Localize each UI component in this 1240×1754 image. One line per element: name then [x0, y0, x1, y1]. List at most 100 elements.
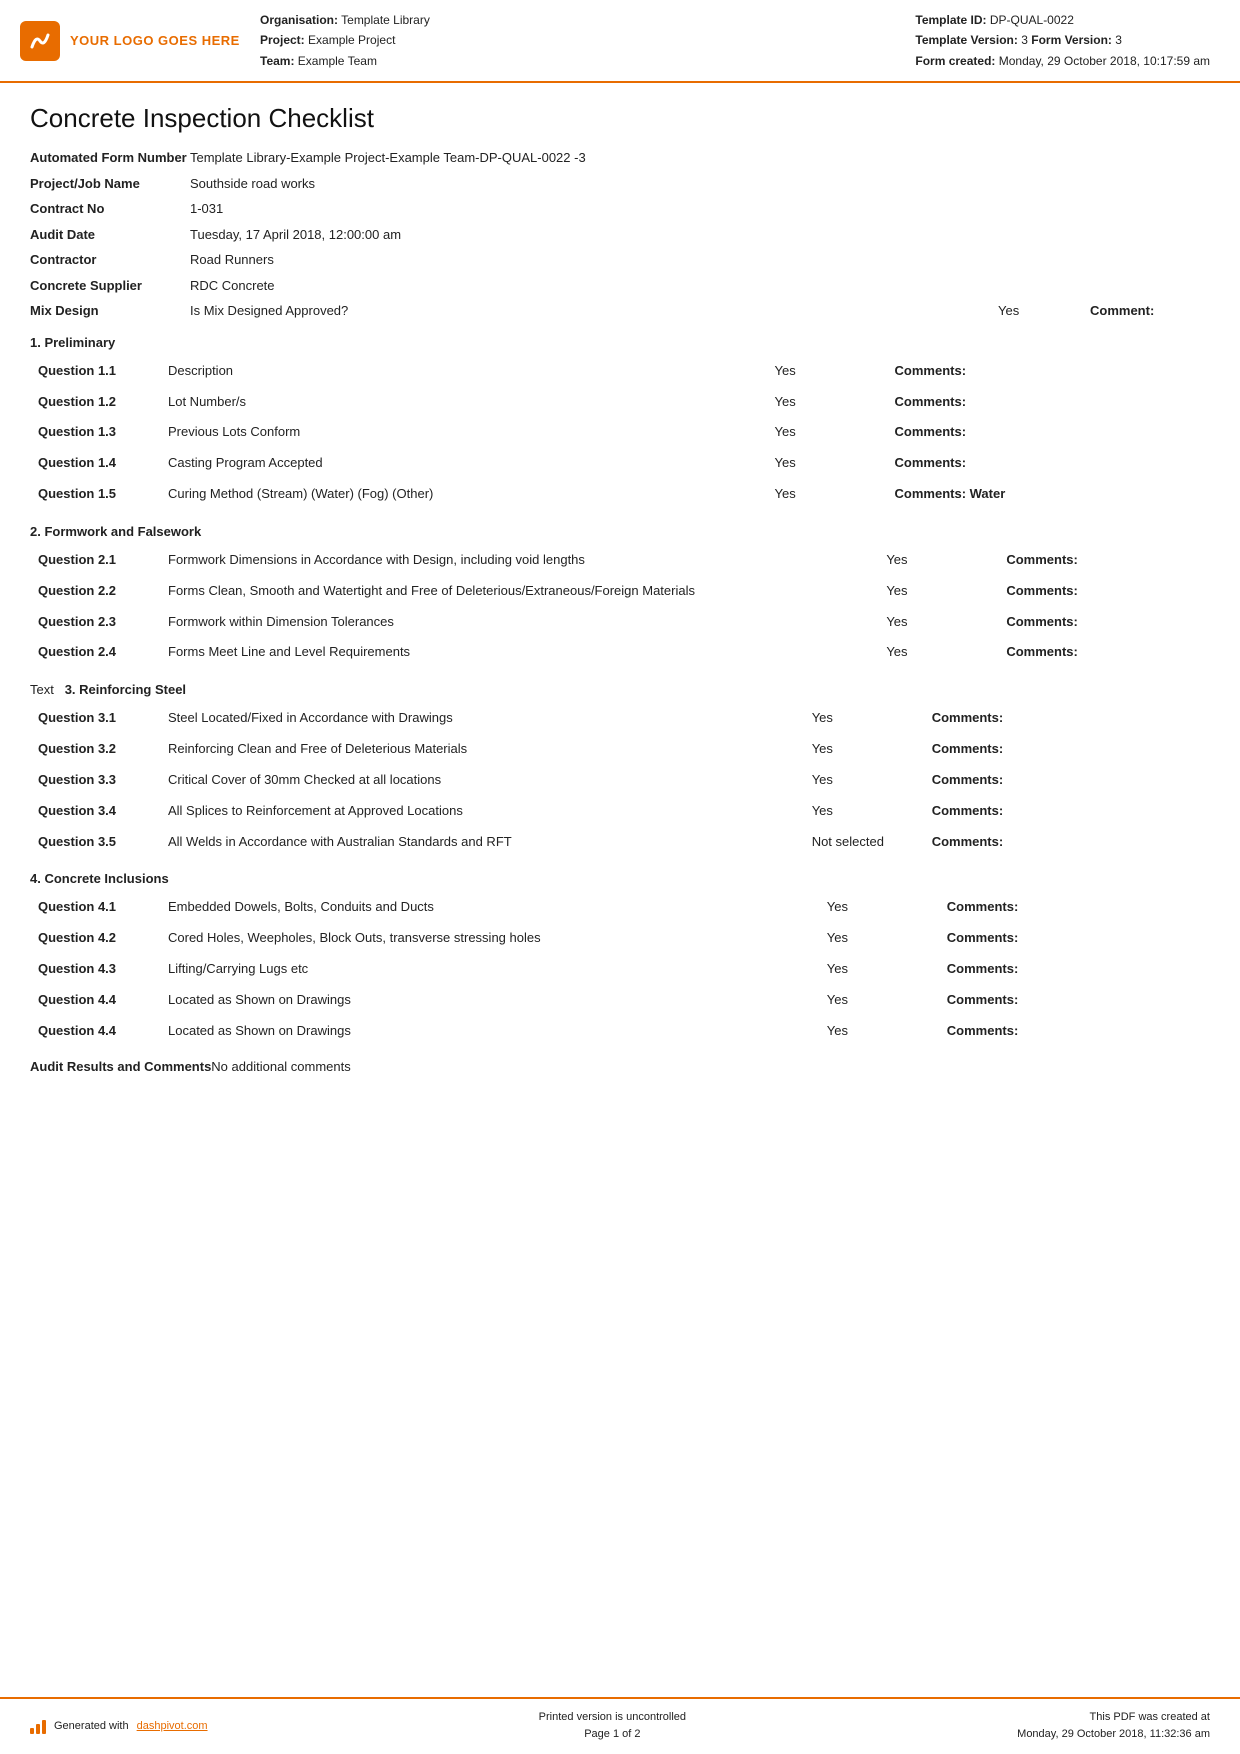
question-comment: Comments:: [924, 703, 1210, 734]
table-row: Question 2.1 Formwork Dimensions in Acco…: [30, 545, 1210, 576]
field-label: Contractor: [30, 250, 190, 270]
form-version-label: Form Version:: [1031, 33, 1112, 47]
question-desc: Reinforcing Clean and Free of Deleteriou…: [160, 734, 804, 765]
checklist-table: Question 2.1 Formwork Dimensions in Acco…: [30, 545, 1210, 668]
section-heading: 2. Formwork and Falsework: [30, 524, 1210, 539]
form-created-label: Form created:: [915, 54, 995, 68]
project-line: Project: Example Project: [260, 30, 895, 50]
question-answer: Yes: [819, 985, 939, 1016]
question-id: Question 1.3: [30, 417, 160, 448]
table-row: Question 1.3 Previous Lots Conform Yes C…: [30, 417, 1210, 448]
question-id: Question 3.1: [30, 703, 160, 734]
table-row: Question 3.2 Reinforcing Clean and Free …: [30, 734, 1210, 765]
info-row: Concrete SupplierRDC Concrete: [30, 276, 1210, 296]
question-comment: Comments:: [939, 954, 1210, 985]
question-answer: Yes: [819, 892, 939, 923]
footer-left: Generated with dashpivot.com: [30, 1718, 208, 1734]
field-label: Contract No: [30, 199, 190, 219]
question-comment: Comments:: [998, 607, 1210, 638]
bar2: [36, 1724, 40, 1734]
project-value: Example Project: [308, 33, 395, 47]
template-version-label: Template Version:: [915, 33, 1017, 47]
mix-design-comment: Comment:: [1090, 301, 1210, 321]
question-desc: Previous Lots Conform: [160, 417, 767, 448]
question-desc: All Welds in Accordance with Australian …: [160, 827, 804, 858]
question-comment: Comments:: [939, 923, 1210, 954]
question-comment: Comments:: [924, 796, 1210, 827]
footer-center-line2: Page 1 of 2: [539, 1726, 686, 1744]
team-line: Team: Example Team: [260, 51, 895, 71]
field-value: RDC Concrete: [190, 276, 1210, 296]
question-answer: Not selected: [804, 827, 924, 858]
question-id: Question 3.3: [30, 765, 160, 796]
info-row: Audit DateTuesday, 17 April 2018, 12:00:…: [30, 225, 1210, 245]
generated-text: Generated with: [54, 1720, 129, 1732]
logo-icon: [20, 21, 60, 61]
table-row: Question 2.4 Forms Meet Line and Level R…: [30, 637, 1210, 668]
field-value: Southside road works: [190, 174, 1210, 194]
question-comment: Comments:: [887, 356, 1210, 387]
question-answer: Yes: [819, 1016, 939, 1047]
question-answer: Yes: [804, 765, 924, 796]
question-comment: Comments:: [998, 576, 1210, 607]
page: YOUR LOGO GOES HERE Organisation: Templa…: [0, 0, 1240, 1754]
question-comment: Comments:: [939, 1016, 1210, 1047]
question-id: Question 1.5: [30, 479, 160, 510]
question-id: Question 4.3: [30, 954, 160, 985]
question-answer: Yes: [767, 479, 887, 510]
question-answer: Yes: [878, 545, 998, 576]
table-row: Question 1.4 Casting Program Accepted Ye…: [30, 448, 1210, 479]
team-value: Example Team: [298, 54, 377, 68]
question-desc: Forms Clean, Smooth and Watertight and F…: [160, 576, 878, 607]
table-row: Question 2.3 Formwork within Dimension T…: [30, 607, 1210, 638]
question-desc: Embedded Dowels, Bolts, Conduits and Duc…: [160, 892, 819, 923]
question-comment: Comments:: [998, 545, 1210, 576]
field-value: Tuesday, 17 April 2018, 12:00:00 am: [190, 225, 1210, 245]
question-id: Question 4.2: [30, 923, 160, 954]
question-answer: Yes: [804, 796, 924, 827]
checklist-table: Question 3.1 Steel Located/Fixed in Acco…: [30, 703, 1210, 857]
form-created-line: Form created: Monday, 29 October 2018, 1…: [915, 51, 1210, 71]
info-row: ContractorRoad Runners: [30, 250, 1210, 270]
question-comment: Comments:: [887, 417, 1210, 448]
dashpivot-link[interactable]: dashpivot.com: [137, 1720, 208, 1732]
org-line: Organisation: Template Library: [260, 10, 895, 30]
info-row: Automated Form NumberTemplate Library-Ex…: [30, 148, 1210, 168]
question-answer: Yes: [804, 734, 924, 765]
question-desc: Critical Cover of 30mm Checked at all lo…: [160, 765, 804, 796]
field-label: Project/Job Name: [30, 174, 190, 194]
section-heading: 1. Preliminary: [30, 335, 1210, 350]
section-label: Text: [30, 682, 65, 697]
field-value: 1-031: [190, 199, 1210, 219]
mix-design-question: Is Mix Designed Approved?: [190, 301, 990, 321]
question-comment: Comments:: [887, 448, 1210, 479]
question-answer: Yes: [767, 417, 887, 448]
question-answer: Yes: [804, 703, 924, 734]
question-desc: Forms Meet Line and Level Requirements: [160, 637, 878, 668]
footer-right-line2: Monday, 29 October 2018, 11:32:36 am: [1017, 1726, 1210, 1744]
question-desc: Cored Holes, Weepholes, Block Outs, tran…: [160, 923, 819, 954]
section-heading: 4. Concrete Inclusions: [30, 871, 1210, 886]
question-comment: Comments:: [939, 892, 1210, 923]
template-id-line: Template ID: DP-QUAL-0022: [915, 10, 1210, 30]
question-id: Question 3.5: [30, 827, 160, 858]
footer-center: Printed version is uncontrolled Page 1 o…: [539, 1709, 686, 1744]
question-answer: Yes: [878, 637, 998, 668]
mix-design-label: Mix Design: [30, 301, 190, 321]
template-version-value: 3: [1021, 33, 1028, 47]
audit-results-row: Audit Results and Comments No additional…: [30, 1057, 1210, 1077]
table-row: Question 3.4 All Splices to Reinforcemen…: [30, 796, 1210, 827]
template-version-line: Template Version: 3 Form Version: 3: [915, 30, 1210, 50]
question-desc: Formwork within Dimension Tolerances: [160, 607, 878, 638]
table-row: Question 3.3 Critical Cover of 30mm Chec…: [30, 765, 1210, 796]
header: YOUR LOGO GOES HERE Organisation: Templa…: [0, 0, 1240, 83]
question-desc: Located as Shown on Drawings: [160, 985, 819, 1016]
question-comment: Comments:: [887, 387, 1210, 418]
footer-center-line1: Printed version is uncontrolled: [539, 1709, 686, 1727]
form-created-value: Monday, 29 October 2018, 10:17:59 am: [999, 54, 1210, 68]
info-row: Project/Job NameSouthside road works: [30, 174, 1210, 194]
question-id: Question 1.4: [30, 448, 160, 479]
table-row: Question 4.1 Embedded Dowels, Bolts, Con…: [30, 892, 1210, 923]
question-comment: Comments:: [998, 637, 1210, 668]
question-comment: Comments: Water: [887, 479, 1210, 510]
